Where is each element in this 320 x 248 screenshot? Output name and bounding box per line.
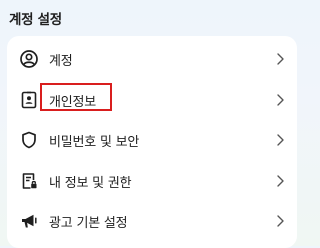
settings-item-label: 비밀번호 및 보안 bbox=[49, 134, 140, 150]
settings-item-label: 내 정보 및 권한 bbox=[49, 175, 132, 191]
shield-icon bbox=[19, 130, 39, 150]
chevron-right-icon bbox=[275, 174, 285, 188]
document-lock-icon bbox=[19, 171, 39, 191]
chevron-right-icon bbox=[275, 133, 285, 147]
highlight-box bbox=[40, 83, 112, 111]
chevron-right-icon bbox=[275, 52, 285, 66]
megaphone-icon bbox=[19, 211, 39, 231]
section-title: 계정 설정 bbox=[9, 12, 62, 28]
settings-item-label: 광고 기본 설정 bbox=[49, 215, 128, 231]
settings-item-my-info-permissions[interactable]: 내 정보 및 권한 bbox=[7, 160, 297, 202]
settings-item-ad-preferences[interactable]: 광고 기본 설정 bbox=[7, 200, 297, 242]
id-card-icon bbox=[19, 90, 39, 110]
settings-card: 계정 개인정보 비밀번호 및 보안 내 정보 및 권한 광고 기본 설정 bbox=[7, 36, 297, 248]
chevron-right-icon bbox=[275, 214, 285, 228]
settings-item-account[interactable]: 계정 bbox=[7, 38, 297, 80]
settings-item-label: 계정 bbox=[49, 53, 73, 69]
chevron-right-icon bbox=[275, 93, 285, 107]
account-circle-icon bbox=[19, 49, 39, 69]
settings-item-password-security[interactable]: 비밀번호 및 보안 bbox=[7, 119, 297, 161]
